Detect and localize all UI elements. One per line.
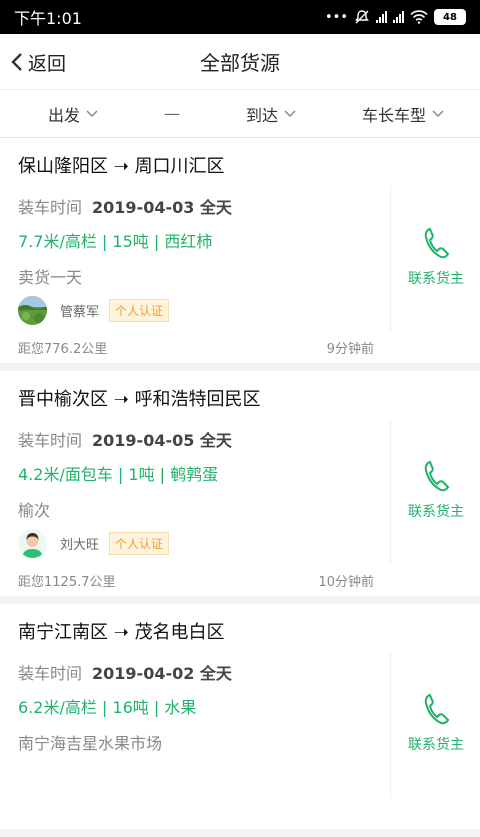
owner-info: 刘大旺 个人认证 (18, 528, 170, 558)
verified-badge: 个人认证 (109, 298, 170, 322)
status-time: 下午1:01 (14, 9, 82, 28)
load-time-row: 装车时间 2019-04-05 全天 (18, 427, 232, 451)
back-label: 返回 (28, 52, 67, 75)
divider (390, 419, 391, 565)
back-button[interactable]: 返回 (10, 34, 66, 90)
chevron-left-icon (11, 53, 22, 71)
route-origin: 南宁江南区 (18, 622, 108, 643)
vehicle-spec: 7.7米/高栏 | 15吨 | 西红柿 (18, 232, 213, 251)
chevron-down-icon (86, 109, 98, 117)
origin-filter-label: 出发 (48, 105, 81, 125)
cargo-card[interactable]: 保山隆阳区 ➝ 周口川汇区 装车时间 2019-04-03 全天 7.7米/高栏 … (0, 138, 480, 371)
chevron-down-icon (284, 109, 296, 117)
route: 晋中榆次区 ➝ 呼和浩特回民区 (18, 385, 261, 411)
route-origin: 保山隆阳区 (18, 156, 108, 177)
wifi-icon (410, 10, 428, 24)
battery-indicator: 48 (434, 9, 466, 25)
vehicle-spec: 6.2米/高栏 | 16吨 | 水果 (18, 698, 197, 717)
signal-icon (376, 11, 387, 23)
page-title: 全部货源 (200, 51, 280, 75)
load-date: 2019-04-05 全天 (92, 431, 232, 450)
posted-time: 10分钟前 (318, 575, 374, 590)
contact-owner-button[interactable]: 联系货主 (392, 459, 480, 521)
avatar (18, 295, 47, 325)
route-arrow: ➝ (113, 389, 129, 410)
route-destination: 茂名电白区 (134, 622, 225, 643)
owner-name: 刘大旺 (60, 537, 100, 553)
chevron-down-icon (432, 109, 444, 117)
vehicle-spec: 4.2米/面包车 | 1吨 | 鹌鹑蛋 (18, 465, 219, 484)
avatar (18, 528, 47, 558)
distance: 距您1125.7公里 (18, 575, 116, 590)
vehicle-filter-label: 车长车型 (361, 105, 426, 125)
route-arrow: ➝ (113, 622, 129, 643)
route-origin: 晋中榆次区 (18, 389, 108, 410)
load-date: 2019-04-03 全天 (92, 198, 232, 217)
verified-badge: 个人认证 (109, 531, 170, 555)
signal-icon-2 (393, 11, 404, 23)
cargo-note: 南宁海吉星水果市场 (18, 734, 163, 753)
vehicle-filter[interactable]: 车长车型 (362, 102, 444, 126)
load-time-label: 装车时间 (18, 431, 83, 450)
destination-filter-label: 到达 (245, 105, 278, 125)
contact-owner-label: 联系货主 (408, 737, 464, 753)
cargo-note: 卖货一天 (18, 268, 83, 287)
cargo-card[interactable]: 南宁江南区 ➝ 茂名电白区 装车时间 2019-04-02 全天 6.2米/高栏 … (0, 604, 480, 837)
status-bar: 下午1:01 ••• 48 (0, 0, 480, 34)
filter-separator: — (164, 104, 180, 123)
destination-filter[interactable]: 到达 (246, 102, 296, 126)
cargo-note: 榆次 (18, 501, 51, 520)
load-time-row: 装车时间 2019-04-02 全天 (18, 660, 232, 684)
origin-filter[interactable]: 出发 (48, 102, 98, 126)
load-time-label: 装车时间 (18, 198, 83, 217)
distance: 距您776.2公里 (18, 342, 108, 357)
phone-icon (424, 693, 450, 725)
cargo-card[interactable]: 晋中榆次区 ➝ 呼和浩特回民区 装车时间 2019-04-05 全天 4.2米/面… (0, 371, 480, 604)
phone-icon (424, 460, 450, 492)
contact-owner-label: 联系货主 (408, 271, 464, 287)
route-arrow: ➝ (113, 156, 129, 177)
contact-owner-button[interactable]: 联系货主 (392, 692, 480, 754)
status-icons: ••• 48 (325, 9, 466, 25)
load-time-label: 装车时间 (18, 664, 83, 683)
divider (390, 652, 391, 798)
title-bar: 返回 全部货源 (0, 34, 480, 90)
filter-bar: 出发 — 到达 车长车型 (0, 90, 480, 138)
route-destination: 周口川汇区 (134, 156, 225, 177)
phone-icon (424, 227, 450, 259)
route: 保山隆阳区 ➝ 周口川汇区 (18, 152, 225, 178)
mute-icon (355, 10, 369, 24)
contact-owner-button[interactable]: 联系货主 (392, 226, 480, 288)
load-date: 2019-04-02 全天 (92, 664, 232, 683)
owner-info: 管蔡军 个人认证 (18, 295, 170, 325)
more-dots-icon: ••• (324, 9, 348, 25)
owner-name: 管蔡军 (60, 304, 100, 320)
route-destination: 呼和浩特回民区 (134, 389, 261, 410)
route: 南宁江南区 ➝ 茂名电白区 (18, 618, 225, 644)
load-time-row: 装车时间 2019-04-03 全天 (18, 194, 232, 218)
divider (390, 186, 391, 332)
posted-time: 9分钟前 (326, 342, 374, 357)
contact-owner-label: 联系货主 (408, 504, 464, 520)
